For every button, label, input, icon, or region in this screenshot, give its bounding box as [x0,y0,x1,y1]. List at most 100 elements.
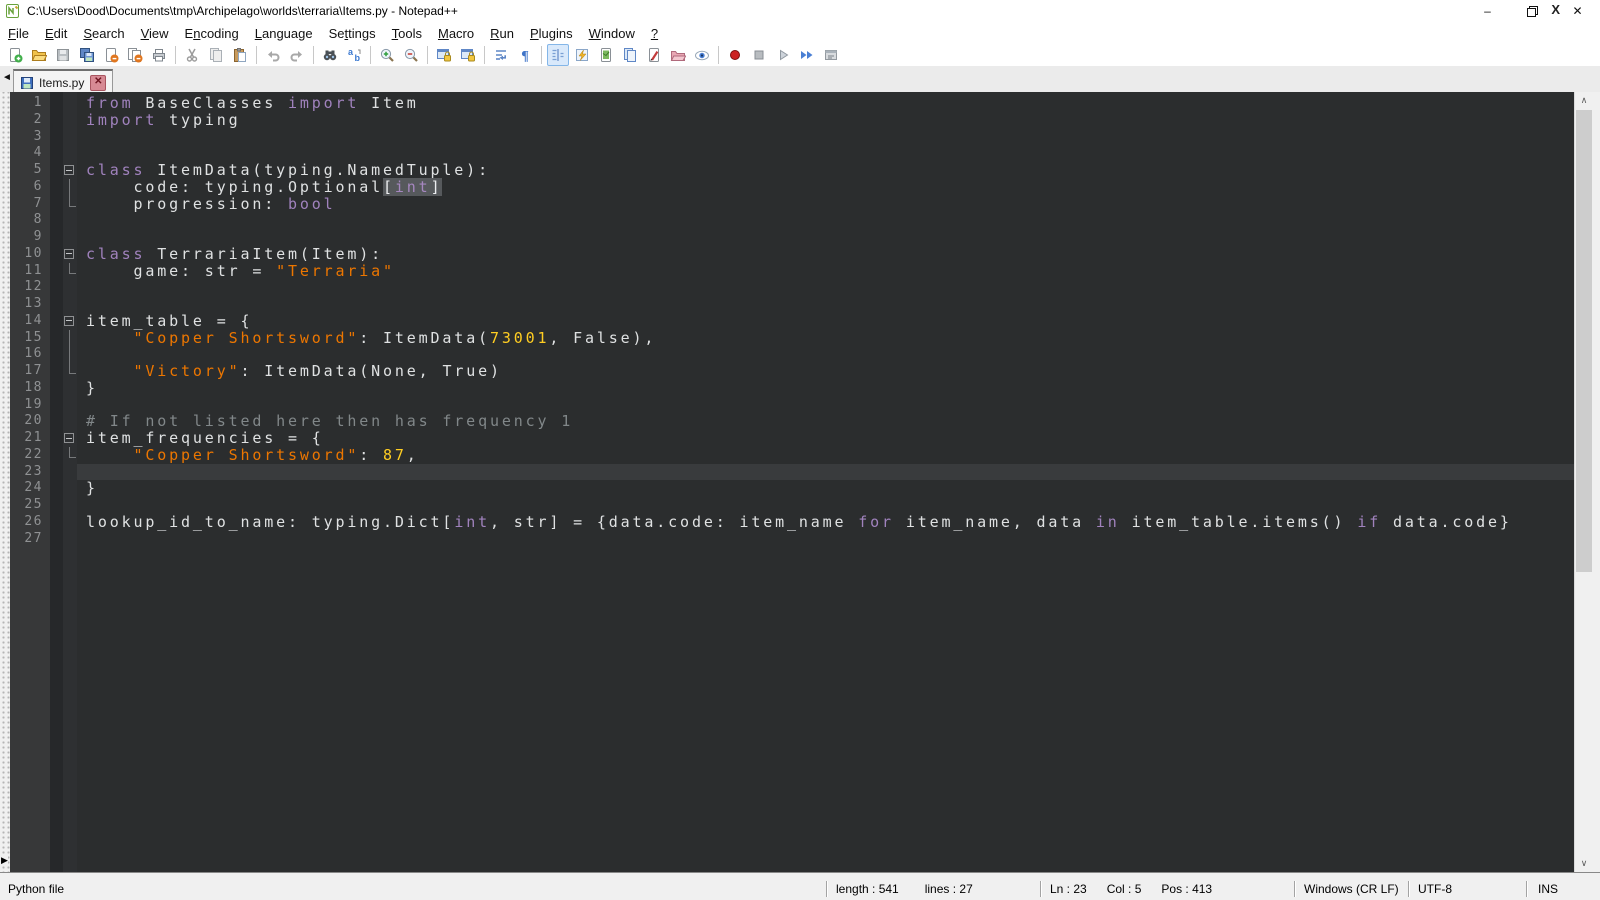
bookmark-cell[interactable] [50,229,63,246]
code-line[interactable]: 14item_table = { [10,313,1574,330]
close-file-icon[interactable] [100,44,122,66]
bookmark-cell[interactable] [50,363,63,380]
vertical-scrollbar[interactable]: ∧ ∨ [1574,92,1593,872]
code-line[interactable]: 13 [10,296,1574,313]
code-line[interactable]: 2import typing [10,112,1574,129]
menu-item-search[interactable]: Search [75,23,132,44]
bookmark-cell[interactable] [50,380,63,397]
sync-vertical-icon[interactable] [433,44,455,66]
code-line[interactable]: 8 [10,212,1574,229]
bookmark-cell[interactable] [50,112,63,129]
menu-item-settings[interactable]: Settings [321,23,384,44]
status-typing-mode[interactable]: INS [1538,882,1558,896]
sync-horizontal-icon[interactable] [457,44,479,66]
paste-icon[interactable] [229,44,251,66]
menu-item-window[interactable]: Window [581,23,643,44]
fold-collapse-icon[interactable] [63,313,77,330]
document-list-icon[interactable] [619,44,641,66]
bookmark-cell[interactable] [50,162,63,179]
scrollbar-up-icon[interactable]: ∧ [1575,92,1593,109]
code-line[interactable]: 9 [10,229,1574,246]
macro-stop-icon[interactable] [748,44,770,66]
undo-icon[interactable] [262,44,284,66]
bookmark-cell[interactable] [50,212,63,229]
fold-collapse-icon[interactable] [63,246,77,263]
bookmark-cell[interactable] [50,246,63,263]
menu-item-help[interactable]: ? [643,23,666,44]
menu-item-macro[interactable]: Macro [430,23,482,44]
dock-strip[interactable] [0,92,10,872]
bookmark-cell[interactable] [50,279,63,296]
save-file-icon[interactable] [52,44,74,66]
save-all-icon[interactable] [76,44,98,66]
fold-collapse-icon[interactable] [63,430,77,447]
open-file-icon[interactable] [28,44,50,66]
bookmark-cell[interactable] [50,497,63,514]
code-line[interactable]: 10class TerrariaItem(Item): [10,246,1574,263]
bookmark-cell[interactable] [50,179,63,196]
code-line[interactable]: 18} [10,380,1574,397]
tab-items-py[interactable]: Items.py ✕ [13,69,113,94]
zoom-in-icon[interactable] [376,44,398,66]
tab-close-icon[interactable]: ✕ [90,75,106,91]
bookmark-cell[interactable] [50,346,63,363]
cut-icon[interactable] [181,44,203,66]
code-line-current[interactable]: 23 [10,464,1574,481]
menu-item-encoding[interactable]: Encoding [177,23,247,44]
code-line[interactable]: 19 [10,397,1574,414]
bookmark-cell[interactable] [50,196,63,213]
bookmark-cell[interactable] [50,296,63,313]
shortcut-mapper-icon[interactable] [571,44,593,66]
macro-run-multiple-icon[interactable] [796,44,818,66]
code-line[interactable]: 24} [10,480,1574,497]
monitoring-icon[interactable] [643,44,665,66]
document-map-icon[interactable] [595,44,617,66]
code-line[interactable]: 1from BaseClasses import Item [10,95,1574,112]
code-line[interactable]: 7 progression: bool [10,196,1574,213]
code-line[interactable]: 17 "Victory": ItemData(None, True) [10,363,1574,380]
code-line[interactable]: 3 [10,129,1574,146]
close-all-icon[interactable] [124,44,146,66]
bookmark-cell[interactable] [50,145,63,162]
bookmark-cell[interactable] [50,129,63,146]
copy-icon[interactable] [205,44,227,66]
show-all-characters-icon[interactable]: ¶ [514,44,536,66]
code-line[interactable]: 12 [10,279,1574,296]
menu-item-plugins[interactable]: Plugins [522,23,581,44]
code-editor[interactable]: 1from BaseClasses import Item2import typ… [10,92,1574,872]
macro-play-icon[interactable] [772,44,794,66]
replace-icon[interactable]: ab [343,44,365,66]
status-eol-format[interactable]: Windows (CR LF) [1304,882,1399,896]
code-line[interactable]: 16 [10,346,1574,363]
code-line[interactable]: 6 code: typing.Optional[int] [10,179,1574,196]
bookmark-cell[interactable] [50,263,63,280]
word-wrap-icon[interactable] [490,44,512,66]
minimize-button[interactable]: – [1465,0,1510,22]
scrollbar-down-icon[interactable]: ∨ [1575,855,1593,872]
code-line[interactable]: 15 "Copper Shortsword": ItemData(73001, … [10,330,1574,347]
new-file-icon[interactable] [4,44,26,66]
menu-item-file[interactable]: File [0,23,37,44]
bookmark-cell[interactable] [50,514,63,531]
redo-icon[interactable] [286,44,308,66]
bookmark-cell[interactable] [50,95,63,112]
code-line[interactable]: 25 [10,497,1574,514]
menu-item-view[interactable]: View [133,23,177,44]
code-line[interactable]: 5class ItemData(typing.NamedTuple): [10,162,1574,179]
status-encoding[interactable]: UTF-8 [1418,882,1452,896]
menubar-close-document-icon[interactable]: X [1551,2,1560,17]
macro-save-icon[interactable] [820,44,842,66]
code-line[interactable]: 4 [10,145,1574,162]
bookmark-cell[interactable] [50,397,63,414]
tab-scroll-left-icon[interactable]: ◄ [2,72,12,83]
bookmark-cell[interactable] [50,413,63,430]
code-line[interactable]: 11 game: str = "Terraria" [10,263,1574,280]
code-line[interactable]: 22 "Copper Shortsword": 87, [10,447,1574,464]
zoom-out-icon[interactable] [400,44,422,66]
restore-button[interactable] [1510,0,1555,22]
indent-guide-icon[interactable] [547,44,569,66]
scrollbar-thumb[interactable] [1576,110,1592,572]
bookmark-cell[interactable] [50,330,63,347]
close-button[interactable]: ✕ [1555,0,1600,22]
bookmark-cell[interactable] [50,447,63,464]
